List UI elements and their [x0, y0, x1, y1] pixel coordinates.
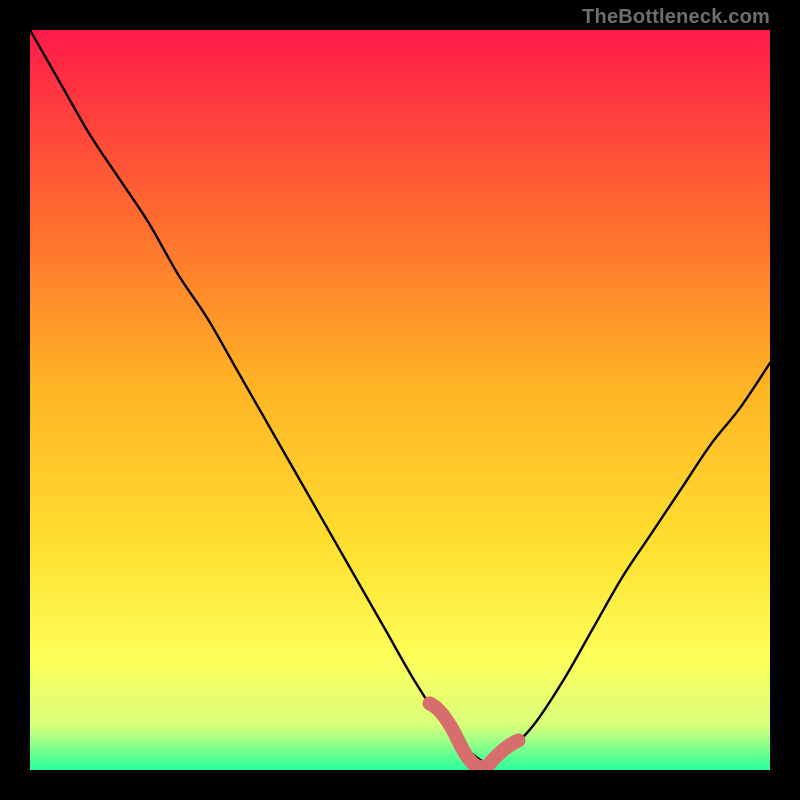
plot-area [30, 30, 770, 770]
curve-layer [30, 30, 770, 770]
watermark-text: TheBottleneck.com [582, 6, 770, 29]
bottleneck-curve [30, 30, 770, 763]
chart-root: TheBottleneck.com [0, 0, 800, 800]
curve-highlight [430, 703, 519, 767]
